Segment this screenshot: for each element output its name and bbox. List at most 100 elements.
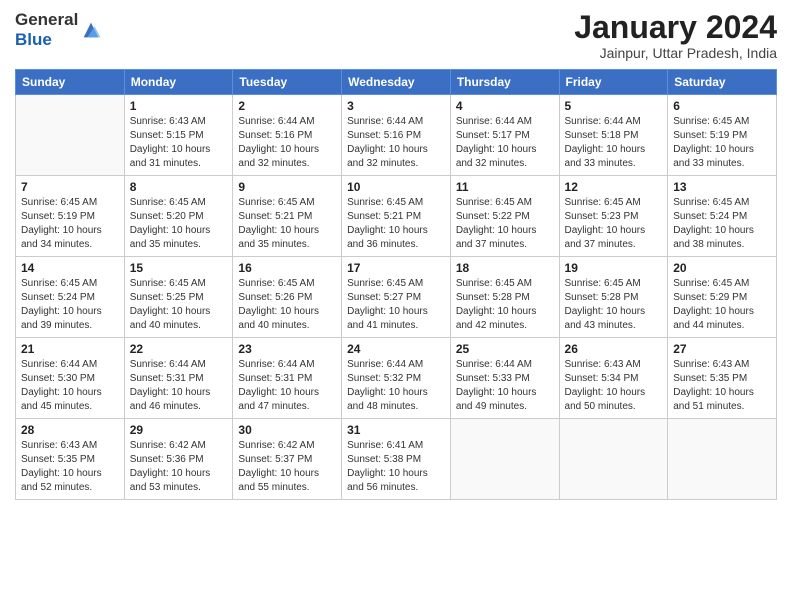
calendar-week-row: 28 Sunrise: 6:43 AMSunset: 5:35 PMDayligh… [16, 419, 777, 500]
calendar-cell: 19 Sunrise: 6:45 AMSunset: 5:28 PMDayligh… [559, 257, 668, 338]
day-number: 16 [238, 261, 336, 275]
logo-icon [80, 19, 102, 41]
day-number: 3 [347, 99, 445, 113]
logo-text: General Blue [15, 10, 78, 51]
day-number: 1 [130, 99, 228, 113]
day-info: Sunrise: 6:44 AMSunset: 5:17 PMDaylight:… [456, 115, 554, 171]
subtitle: Jainpur, Uttar Pradesh, India [574, 45, 777, 61]
day-number: 21 [21, 342, 119, 356]
day-number: 22 [130, 342, 228, 356]
calendar-cell: 14 Sunrise: 6:45 AMSunset: 5:24 PMDayligh… [16, 257, 125, 338]
day-info: Sunrise: 6:44 AMSunset: 5:31 PMDaylight:… [130, 358, 228, 414]
day-number: 24 [347, 342, 445, 356]
day-number: 26 [565, 342, 663, 356]
day-info: Sunrise: 6:44 AMSunset: 5:16 PMDaylight:… [347, 115, 445, 171]
calendar-cell: 16 Sunrise: 6:45 AMSunset: 5:26 PMDayligh… [233, 257, 342, 338]
day-number: 5 [565, 99, 663, 113]
day-number: 4 [456, 99, 554, 113]
day-info: Sunrise: 6:45 AMSunset: 5:23 PMDaylight:… [565, 196, 663, 252]
calendar-header-friday: Friday [559, 70, 668, 95]
day-info: Sunrise: 6:43 AMSunset: 5:34 PMDaylight:… [565, 358, 663, 414]
day-number: 28 [21, 423, 119, 437]
day-info: Sunrise: 6:43 AMSunset: 5:35 PMDaylight:… [21, 439, 119, 495]
day-info: Sunrise: 6:45 AMSunset: 5:28 PMDaylight:… [456, 277, 554, 333]
day-number: 2 [238, 99, 336, 113]
day-info: Sunrise: 6:45 AMSunset: 5:24 PMDaylight:… [21, 277, 119, 333]
day-number: 19 [565, 261, 663, 275]
calendar-cell: 29 Sunrise: 6:42 AMSunset: 5:36 PMDayligh… [124, 419, 233, 500]
calendar-cell: 26 Sunrise: 6:43 AMSunset: 5:34 PMDayligh… [559, 338, 668, 419]
calendar-cell: 31Sunrise: 6:41 AMSunset: 5:38 PMDayligh… [342, 419, 451, 500]
day-info: Sunrise: 6:44 AMSunset: 5:16 PMDaylight:… [238, 115, 336, 171]
day-number: 23 [238, 342, 336, 356]
day-number: 12 [565, 180, 663, 194]
calendar-cell [16, 95, 125, 176]
calendar-cell: 1Sunrise: 6:43 AMSunset: 5:15 PMDaylight… [124, 95, 233, 176]
day-number: 25 [456, 342, 554, 356]
day-info: Sunrise: 6:45 AMSunset: 5:28 PMDaylight:… [565, 277, 663, 333]
day-info: Sunrise: 6:45 AMSunset: 5:21 PMDaylight:… [238, 196, 336, 252]
calendar-cell: 13Sunrise: 6:45 AMSunset: 5:24 PMDayligh… [668, 176, 777, 257]
calendar-week-row: 21 Sunrise: 6:44 AMSunset: 5:30 PMDayligh… [16, 338, 777, 419]
calendar-cell: 27 Sunrise: 6:43 AMSunset: 5:35 PMDayligh… [668, 338, 777, 419]
calendar-header-monday: Monday [124, 70, 233, 95]
calendar-cell: 20 Sunrise: 6:45 AMSunset: 5:29 PMDayligh… [668, 257, 777, 338]
calendar-cell: 10Sunrise: 6:45 AMSunset: 5:21 PMDayligh… [342, 176, 451, 257]
day-info: Sunrise: 6:45 AMSunset: 5:25 PMDaylight:… [130, 277, 228, 333]
calendar-cell: 25Sunrise: 6:44 AMSunset: 5:33 PMDayligh… [450, 338, 559, 419]
month-title: January 2024 [574, 10, 777, 45]
calendar-cell: 30 Sunrise: 6:42 AMSunset: 5:37 PMDayligh… [233, 419, 342, 500]
calendar-cell [450, 419, 559, 500]
day-info: Sunrise: 6:45 AMSunset: 5:24 PMDaylight:… [673, 196, 771, 252]
day-number: 14 [21, 261, 119, 275]
logo-blue: Blue [15, 30, 78, 50]
day-info: Sunrise: 6:45 AMSunset: 5:22 PMDaylight:… [456, 196, 554, 252]
calendar-week-row: 14 Sunrise: 6:45 AMSunset: 5:24 PMDayligh… [16, 257, 777, 338]
logo-general: General [15, 10, 78, 30]
calendar-cell: 7Sunrise: 6:45 AMSunset: 5:19 PMDaylight… [16, 176, 125, 257]
day-number: 10 [347, 180, 445, 194]
day-info: Sunrise: 6:42 AMSunset: 5:36 PMDaylight:… [130, 439, 228, 495]
day-number: 9 [238, 180, 336, 194]
day-info: Sunrise: 6:44 AMSunset: 5:32 PMDaylight:… [347, 358, 445, 414]
calendar-cell: 21 Sunrise: 6:44 AMSunset: 5:30 PMDayligh… [16, 338, 125, 419]
day-number: 6 [673, 99, 771, 113]
day-number: 20 [673, 261, 771, 275]
calendar-header-row: SundayMondayTuesdayWednesdayThursdayFrid… [16, 70, 777, 95]
calendar-header-thursday: Thursday [450, 70, 559, 95]
calendar-cell: 12 Sunrise: 6:45 AMSunset: 5:23 PMDayligh… [559, 176, 668, 257]
day-number: 15 [130, 261, 228, 275]
calendar-cell [559, 419, 668, 500]
calendar-cell: 2 Sunrise: 6:44 AMSunset: 5:16 PMDaylight… [233, 95, 342, 176]
calendar-cell: 4 Sunrise: 6:44 AMSunset: 5:17 PMDaylight… [450, 95, 559, 176]
day-number: 29 [130, 423, 228, 437]
logo: General Blue [15, 10, 102, 51]
day-number: 11 [456, 180, 554, 194]
calendar-header-saturday: Saturday [668, 70, 777, 95]
calendar-cell: 18Sunrise: 6:45 AMSunset: 5:28 PMDayligh… [450, 257, 559, 338]
day-info: Sunrise: 6:42 AMSunset: 5:37 PMDaylight:… [238, 439, 336, 495]
day-info: Sunrise: 6:44 AMSunset: 5:30 PMDaylight:… [21, 358, 119, 414]
day-info: Sunrise: 6:45 AMSunset: 5:19 PMDaylight:… [21, 196, 119, 252]
day-info: Sunrise: 6:44 AMSunset: 5:18 PMDaylight:… [565, 115, 663, 171]
calendar-table: SundayMondayTuesdayWednesdayThursdayFrid… [15, 69, 777, 500]
calendar-week-row: 7Sunrise: 6:45 AMSunset: 5:19 PMDaylight… [16, 176, 777, 257]
calendar-cell: 6Sunrise: 6:45 AMSunset: 5:19 PMDaylight… [668, 95, 777, 176]
day-info: Sunrise: 6:44 AMSunset: 5:31 PMDaylight:… [238, 358, 336, 414]
day-info: Sunrise: 6:45 AMSunset: 5:20 PMDaylight:… [130, 196, 228, 252]
calendar-header-sunday: Sunday [16, 70, 125, 95]
day-info: Sunrise: 6:45 AMSunset: 5:26 PMDaylight:… [238, 277, 336, 333]
calendar-header-tuesday: Tuesday [233, 70, 342, 95]
title-block: January 2024 Jainpur, Uttar Pradesh, Ind… [574, 10, 777, 61]
day-number: 30 [238, 423, 336, 437]
day-info: Sunrise: 6:45 AMSunset: 5:29 PMDaylight:… [673, 277, 771, 333]
calendar-cell: 8Sunrise: 6:45 AMSunset: 5:20 PMDaylight… [124, 176, 233, 257]
calendar-cell: 3 Sunrise: 6:44 AMSunset: 5:16 PMDaylight… [342, 95, 451, 176]
header: General Blue January 2024 Jainpur, Uttar… [15, 10, 777, 61]
day-number: 27 [673, 342, 771, 356]
calendar-cell: 23 Sunrise: 6:44 AMSunset: 5:31 PMDayligh… [233, 338, 342, 419]
calendar-cell: 5 Sunrise: 6:44 AMSunset: 5:18 PMDaylight… [559, 95, 668, 176]
calendar-cell: 11 Sunrise: 6:45 AMSunset: 5:22 PMDayligh… [450, 176, 559, 257]
day-info: Sunrise: 6:43 AMSunset: 5:35 PMDaylight:… [673, 358, 771, 414]
calendar-cell: 28 Sunrise: 6:43 AMSunset: 5:35 PMDayligh… [16, 419, 125, 500]
